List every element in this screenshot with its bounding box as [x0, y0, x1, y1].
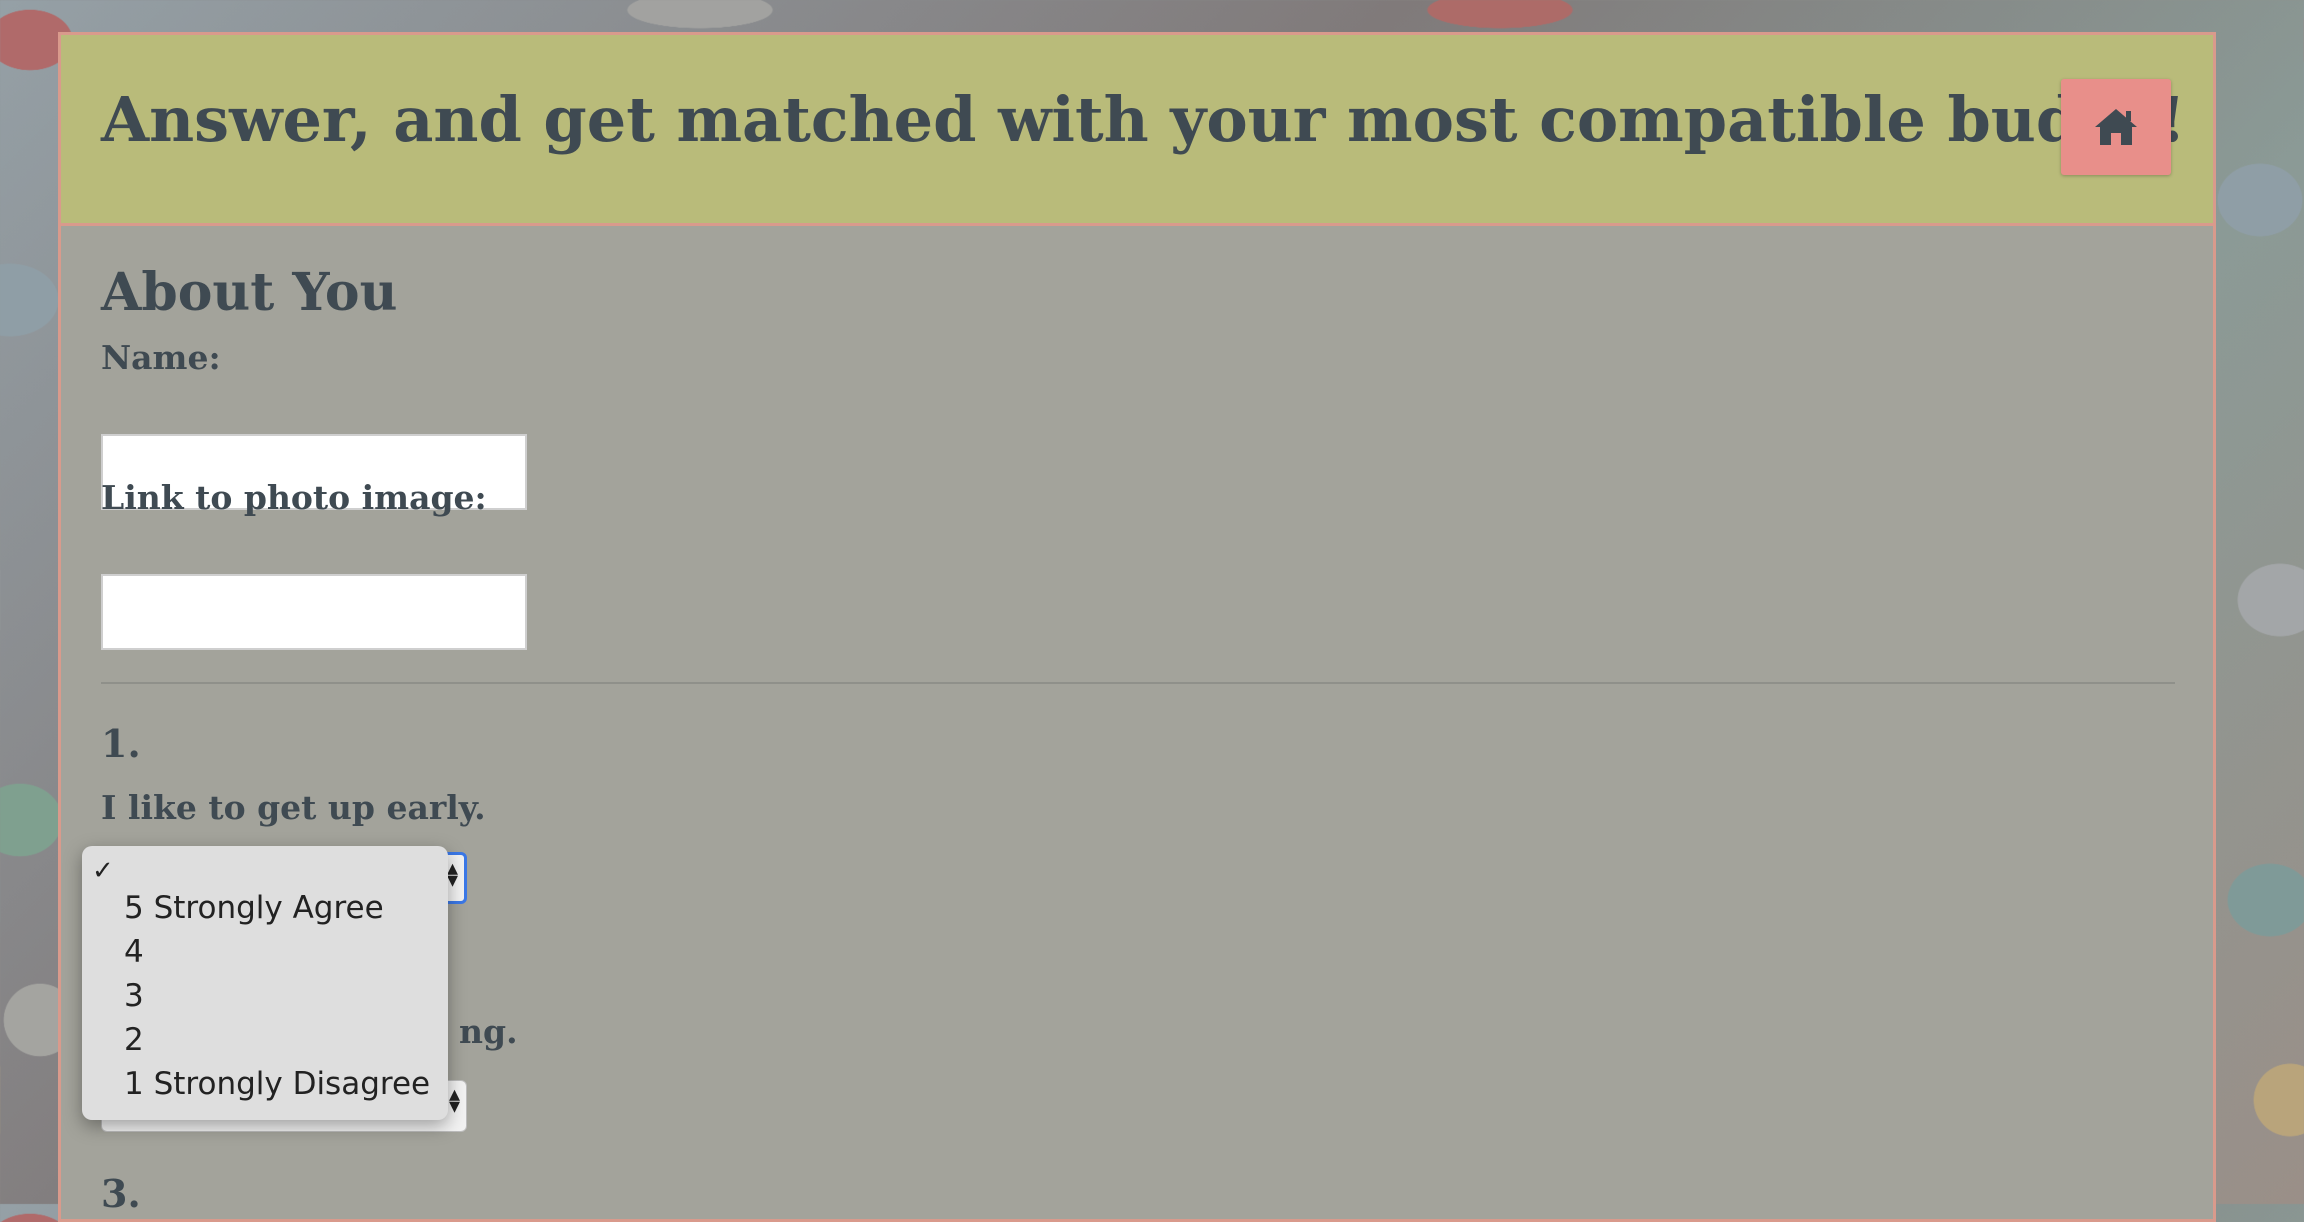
divider [101, 682, 2175, 684]
question-1-number: 1. [101, 721, 141, 766]
question-2-text-tail: ng. [459, 1012, 518, 1051]
select-arrows-icon: ▴ ▾ [448, 1082, 460, 1119]
dropdown-option[interactable]: 3 [124, 978, 144, 1014]
name-label: Name: [101, 338, 221, 377]
dropdown-option[interactable]: 1 Strongly Disagree [124, 1066, 430, 1102]
dropdown-option[interactable]: 5 Strongly Agree [124, 890, 384, 926]
checkmark-icon: ✓ [92, 856, 114, 886]
question-1-text: I like to get up early. [101, 788, 486, 827]
select-arrows-icon: ▴ ▾ [446, 856, 458, 893]
home-icon [2095, 109, 2137, 145]
home-button[interactable] [2061, 79, 2171, 175]
dropdown-option[interactable]: 2 [124, 1022, 144, 1058]
answer-dropdown-menu[interactable]: ✓ 5 Strongly Agree 4 3 2 1 Strongly Disa… [82, 846, 448, 1120]
photo-link-label: Link to photo image: [101, 478, 487, 517]
page-header: Answer, and get matched with your most c… [61, 35, 2213, 226]
question-3-number: 3. [101, 1171, 141, 1216]
photo-link-input[interactable] [101, 574, 527, 650]
dropdown-option[interactable]: 4 [124, 934, 144, 970]
page-title: Answer, and get matched with your most c… [101, 83, 2186, 156]
section-title-about-you: About You [101, 262, 398, 323]
